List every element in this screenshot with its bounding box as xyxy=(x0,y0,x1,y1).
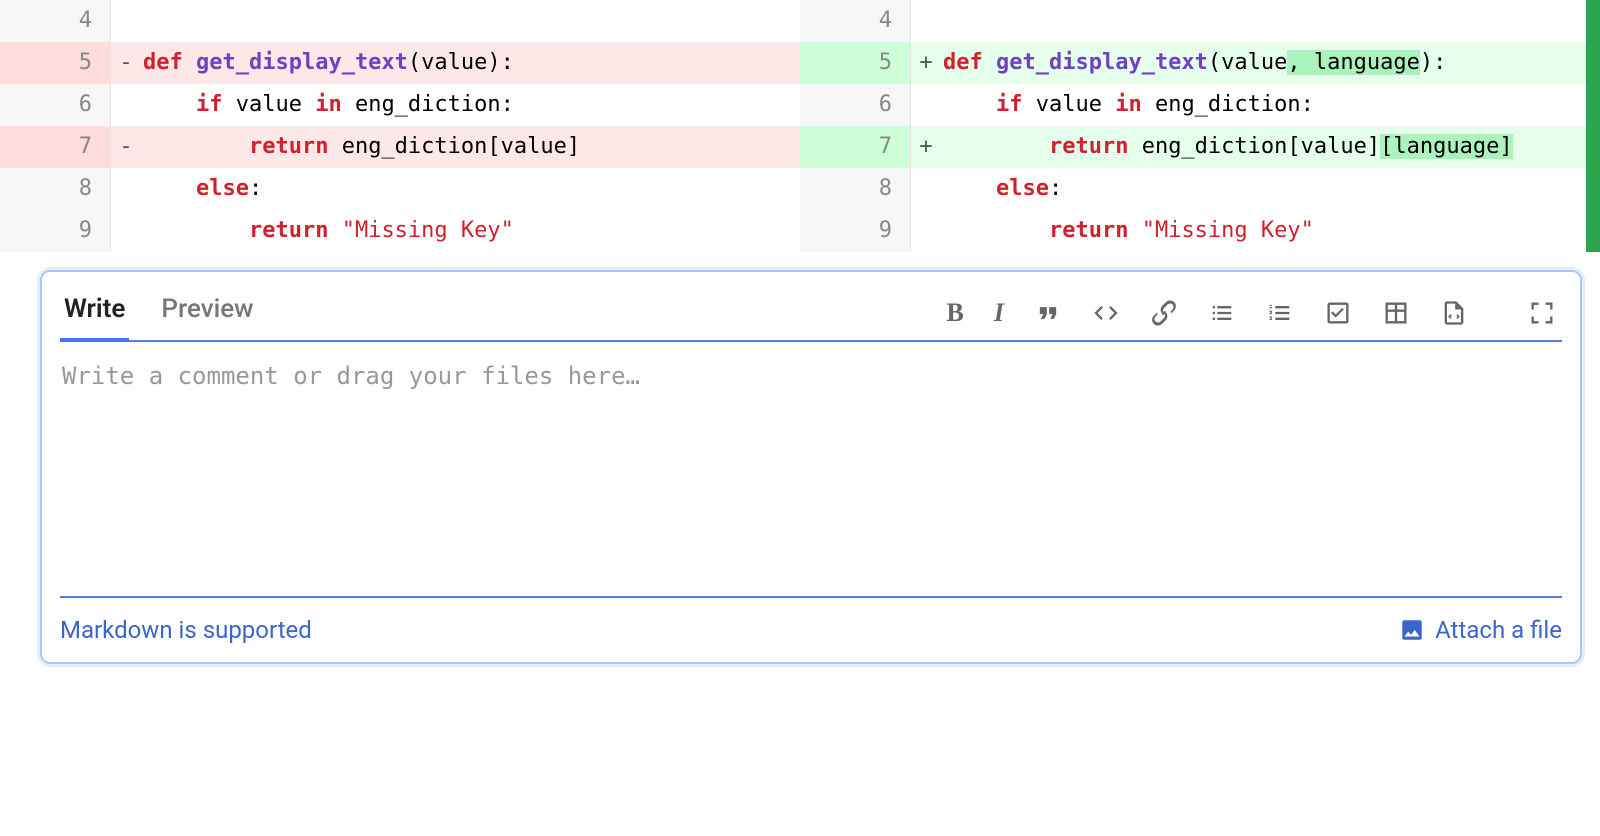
comment-textarea[interactable] xyxy=(60,342,1562,592)
diff-marker xyxy=(111,84,141,126)
diff-marker: - xyxy=(111,42,141,84)
diff-line[interactable]: 8 else: xyxy=(0,168,800,210)
line-number: 5 xyxy=(800,42,911,84)
code-content: else: xyxy=(941,168,1600,210)
comment-editor: Write Preview B I Markdown is supported … xyxy=(40,270,1582,664)
line-number: 9 xyxy=(0,210,111,252)
diff-right-side: 45+def get_display_text(value, language)… xyxy=(800,0,1600,252)
diff-line[interactable]: 6 if value in eng_diction: xyxy=(0,84,800,126)
editor-footer: Markdown is supported Attach a file xyxy=(60,616,1562,644)
diff-marker xyxy=(111,168,141,210)
code-content: if value in eng_diction: xyxy=(141,84,800,126)
code-content: return eng_diction[value] xyxy=(141,126,800,168)
tab-write[interactable]: Write xyxy=(60,286,129,342)
diff-line[interactable]: 5-def get_display_text(value): xyxy=(0,42,800,84)
unordered-list-icon[interactable] xyxy=(1208,299,1236,327)
fullscreen-icon[interactable] xyxy=(1528,299,1556,327)
checklist-icon[interactable] xyxy=(1324,299,1352,327)
diff-left-side: 45-def get_display_text(value):6 if valu… xyxy=(0,0,800,252)
diff-view: 45-def get_display_text(value):6 if valu… xyxy=(0,0,1600,252)
line-number: 8 xyxy=(800,168,911,210)
diff-line[interactable]: 9 return "Missing Key" xyxy=(800,210,1600,252)
link-icon[interactable] xyxy=(1150,299,1178,327)
divider xyxy=(60,596,1562,598)
code-content: return "Missing Key" xyxy=(141,210,800,252)
diff-marker xyxy=(911,0,941,42)
attach-file-label: Attach a file xyxy=(1435,616,1562,644)
code-content: return eng_diction[value][language] xyxy=(941,126,1600,168)
code-content: def get_display_text(value): xyxy=(141,42,800,84)
diff-line[interactable]: 9 return "Missing Key" xyxy=(0,210,800,252)
diff-marker: - xyxy=(111,126,141,168)
italic-icon[interactable]: I xyxy=(994,298,1004,328)
line-number: 7 xyxy=(0,126,111,168)
diff-line[interactable]: 7+ return eng_diction[value][language] xyxy=(800,126,1600,168)
diff-marker xyxy=(111,210,141,252)
diff-marker xyxy=(111,0,141,42)
line-number: 6 xyxy=(800,84,911,126)
diff-marker: + xyxy=(911,126,941,168)
code-content xyxy=(141,0,800,42)
diff-line[interactable]: 4 xyxy=(800,0,1600,42)
markdown-help-link[interactable]: Markdown is supported xyxy=(60,616,312,644)
tab-preview[interactable]: Preview xyxy=(157,286,257,340)
line-number: 4 xyxy=(800,0,911,42)
line-number: 4 xyxy=(0,0,111,42)
diff-line[interactable]: 6 if value in eng_diction: xyxy=(800,84,1600,126)
line-number: 6 xyxy=(0,84,111,126)
editor-tabs-row: Write Preview B I xyxy=(60,286,1562,342)
diff-scroll-indicator xyxy=(1586,0,1600,252)
attach-file-link[interactable]: Attach a file xyxy=(1399,616,1562,644)
line-number: 5 xyxy=(0,42,111,84)
ordered-list-icon[interactable] xyxy=(1266,299,1294,327)
diff-marker xyxy=(911,84,941,126)
diff-line[interactable]: 5+def get_display_text(value, language): xyxy=(800,42,1600,84)
editor-tabs: Write Preview xyxy=(60,286,257,340)
diff-marker xyxy=(911,210,941,252)
diff-line[interactable]: 4 xyxy=(0,0,800,42)
image-icon xyxy=(1399,617,1425,643)
diff-line[interactable]: 8 else: xyxy=(800,168,1600,210)
diff-marker xyxy=(911,168,941,210)
line-number: 9 xyxy=(800,210,911,252)
table-icon[interactable] xyxy=(1382,299,1410,327)
editor-toolbar: B I xyxy=(947,298,1562,328)
line-number: 8 xyxy=(0,168,111,210)
code-icon[interactable] xyxy=(1092,299,1120,327)
quote-icon[interactable] xyxy=(1034,299,1062,327)
bold-icon[interactable]: B xyxy=(947,298,964,328)
code-content xyxy=(941,0,1600,42)
code-content: else: xyxy=(141,168,800,210)
code-content: return "Missing Key" xyxy=(941,210,1600,252)
code-content: def get_display_text(value, language): xyxy=(941,42,1600,84)
snippet-icon[interactable] xyxy=(1440,299,1468,327)
diff-marker: + xyxy=(911,42,941,84)
code-content: if value in eng_diction: xyxy=(941,84,1600,126)
diff-line[interactable]: 7- return eng_diction[value] xyxy=(0,126,800,168)
line-number: 7 xyxy=(800,126,911,168)
